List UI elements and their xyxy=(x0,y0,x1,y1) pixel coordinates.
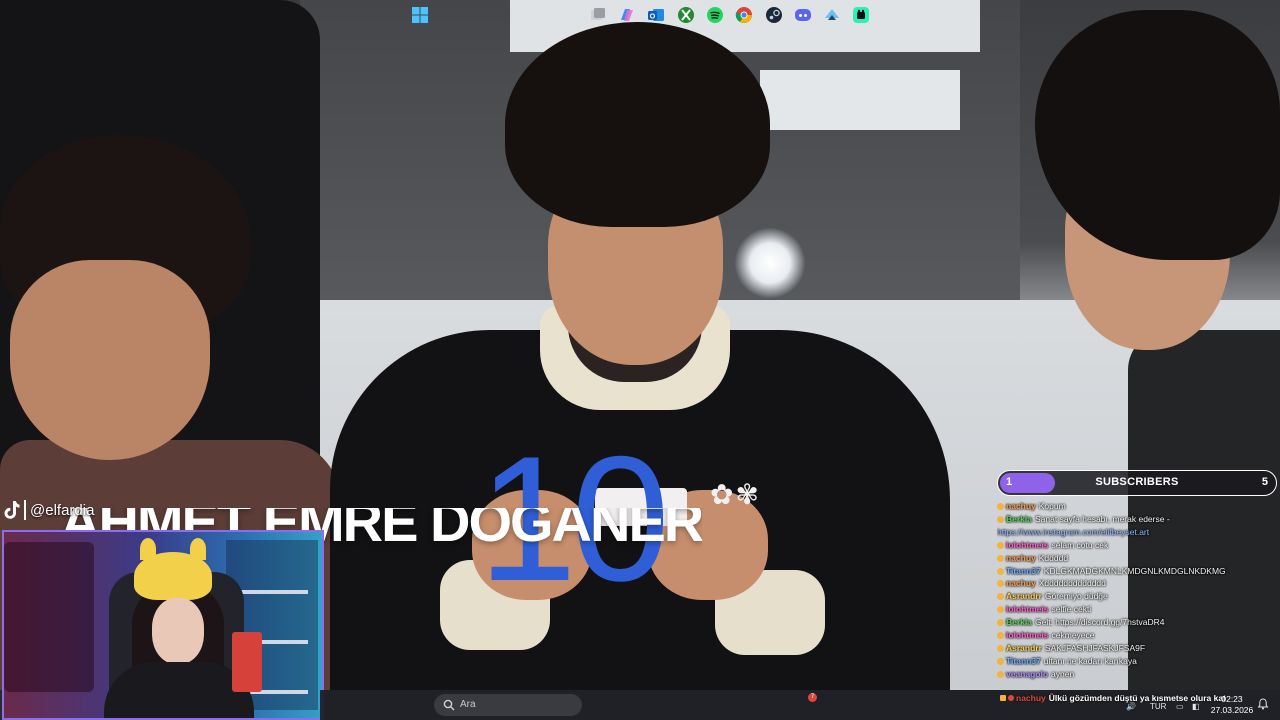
chat-text[interactable]: https://www.instagram.com/elifbeyset.art xyxy=(997,527,1149,537)
pc-case xyxy=(232,632,262,692)
chat-username: nachuy xyxy=(1006,578,1036,589)
chat-message: veanagolo aynen xyxy=(997,668,1280,681)
chat-username: nachuy xyxy=(1006,552,1036,563)
chat-message: Titann37 ultanı ne kadarı karıkaya xyxy=(997,655,1280,668)
chat-text: KDLGKMADGKMNLKMDGNLKMDGLNKDKMG xyxy=(1043,565,1226,576)
subscriber-label: SUBSCRIBERS xyxy=(1095,476,1179,488)
chat-text: Kddddd xyxy=(1038,552,1069,563)
chat-badge-icon xyxy=(997,619,1004,627)
chat-badge-icon xyxy=(997,606,1004,614)
chat-badge-icon xyxy=(997,593,1004,601)
background-panel-2 xyxy=(760,70,960,130)
chat-text: selfie cekti xyxy=(1051,604,1092,615)
webcam-shelf-left xyxy=(4,542,94,692)
chrome-icon[interactable] xyxy=(734,5,754,25)
chat-text: Göremiyo düdğe xyxy=(1044,591,1108,602)
network-icon[interactable]: ▭ xyxy=(1176,702,1184,711)
chat-username: nachuy xyxy=(1006,501,1036,511)
streamer-face xyxy=(152,598,204,664)
spotify-icon[interactable] xyxy=(705,5,725,25)
person-center-hair xyxy=(505,22,770,227)
chat-text: SAKJFASHJFASKJFSA9F xyxy=(1044,642,1146,653)
chat-username: lolohtmeis xyxy=(1006,604,1049,615)
chat-text: selam cotu cek xyxy=(1051,539,1109,550)
chat-message: Berkla Sanat sayfa hesabı, merak ederse - xyxy=(997,513,1280,526)
chat-badge-icon xyxy=(997,503,1004,510)
volume-icon[interactable]: 🔊 xyxy=(1126,702,1136,711)
tiktok-icon xyxy=(2,500,20,520)
flower-print-icon: ✿✾ xyxy=(710,478,761,511)
chat-text: ultanı ne kadarı karıkaya xyxy=(1043,655,1137,666)
language-indicator[interactable]: TUR xyxy=(1150,702,1166,711)
chat-badge-icon xyxy=(997,541,1004,549)
chat-message: lolohtmeis selfie cekti xyxy=(997,603,1280,616)
chat-username: lolohtmeis xyxy=(1006,630,1049,641)
chat-message: Berkla Gelt: https://discord.gg/7hstvaDR4 xyxy=(997,616,1280,629)
chat-username: veanagolo xyxy=(1006,668,1049,679)
person-left-face xyxy=(10,260,210,460)
chat-text: aynen xyxy=(1051,668,1075,679)
taskbar-clock[interactable]: 02:23 27.03.2026 xyxy=(1210,694,1254,716)
chat-message: nachuy Kddddd xyxy=(997,552,1280,565)
chat-text: Gelt: https://discord.gg/7hstvaDR4 xyxy=(1035,617,1165,628)
tiktok-handle-overlay: @elfardia xyxy=(2,500,94,520)
svg-text:O: O xyxy=(650,13,656,20)
chat-message: nachuy Xddddddddddddd xyxy=(997,577,1280,590)
chat-message: lolohtmeis cekmeyece xyxy=(997,629,1280,642)
notification-bell-icon[interactable] xyxy=(1257,698,1269,710)
chat-text: Sanat sayfa hesabı, merak ederse - xyxy=(1035,513,1170,524)
ticker-badge-icon xyxy=(1000,695,1006,701)
windows-start-icon[interactable] xyxy=(410,5,430,25)
search-icon xyxy=(443,699,455,711)
discord-icon[interactable] xyxy=(793,5,813,25)
chat-text: Xddddddddddddd xyxy=(1038,578,1106,589)
battery-icon[interactable]: ◧ xyxy=(1192,702,1200,711)
chat-username: Asrandrr xyxy=(1006,591,1042,602)
tiktok-live-studio-icon[interactable] xyxy=(851,5,871,25)
chat-username: lolohtmeis xyxy=(1006,539,1049,550)
subscriber-goal: 5 xyxy=(1261,476,1268,488)
chat-overlay: nachuy Kopum Berkla Sanat sayfa hesabı, mer… xyxy=(997,500,1280,690)
chat-message: Titann37 KDLGKMADGKMNLKMDGNLKMDGLNKDKMG xyxy=(997,565,1280,578)
chat-username: Titann37 xyxy=(1006,565,1041,576)
studio-light xyxy=(735,228,805,298)
chat-message: Asrandrr Göremiyo düdğe xyxy=(997,590,1280,603)
chat-message: https://www.instagram.com/elifbeyset.art xyxy=(997,526,1280,539)
xbox-icon[interactable] xyxy=(676,5,696,25)
outlook-icon[interactable]: O xyxy=(646,5,666,25)
chat-username: Berkla xyxy=(1006,617,1032,628)
steam-2-icon[interactable] xyxy=(822,5,842,25)
pikachu-hat xyxy=(134,538,212,600)
taskbar-search[interactable]: Ara xyxy=(434,694,582,716)
ticker-user: nachuy xyxy=(1016,693,1046,703)
chat-badge-icon xyxy=(997,567,1004,575)
search-placeholder: Ara xyxy=(460,699,476,710)
chat-badge-icon xyxy=(997,554,1004,562)
chat-message: lolohtmeis selam cotu cek xyxy=(997,539,1280,552)
chat-text: cekmeyece xyxy=(1051,630,1095,641)
streamer-webcam xyxy=(2,530,324,720)
chat-username: Berkla xyxy=(1006,513,1032,524)
ticker-badge-icon-2 xyxy=(1008,695,1014,701)
copilot-icon[interactable] xyxy=(617,5,637,25)
steam-icon[interactable] xyxy=(764,5,784,25)
chat-message: nachuy Kopum xyxy=(997,500,1280,513)
chat-username: Titann37 xyxy=(1006,655,1041,666)
chat-badge-icon xyxy=(997,632,1004,640)
chat-badge-icon xyxy=(997,657,1004,665)
chat-text: Kopum xyxy=(1038,501,1066,511)
clock-date: 27.03.2026 xyxy=(1210,705,1254,715)
clock-time: 02:23 xyxy=(1221,694,1243,704)
chat-badge-icon xyxy=(997,515,1004,523)
discord-notification-badge: 7 xyxy=(808,693,817,702)
chat-badge-icon xyxy=(997,580,1004,588)
chat-badge-icon xyxy=(997,644,1004,652)
chat-message: Asrandrr SAKJFASHJFASKJFSA9F xyxy=(997,642,1280,655)
subscriber-goal-bar: 1 SUBSCRIBERS 5 xyxy=(997,470,1277,496)
task-view-icon[interactable] xyxy=(588,5,608,25)
chat-badge-icon xyxy=(997,670,1004,678)
divider xyxy=(24,500,26,520)
chat-username: Asrandrr xyxy=(1006,642,1042,653)
tiktok-username: @elfardia xyxy=(30,501,95,519)
